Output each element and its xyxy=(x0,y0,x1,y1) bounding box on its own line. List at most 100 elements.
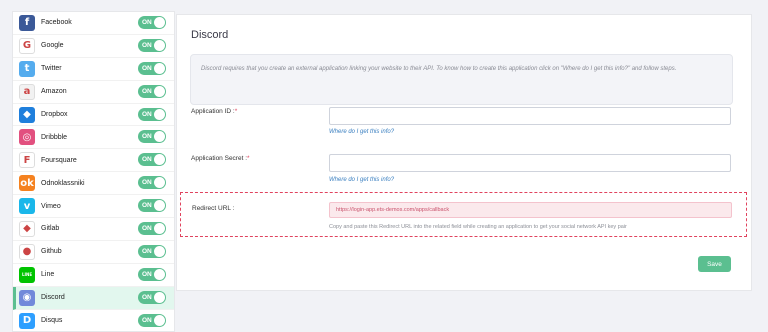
sidebar-item-github[interactable]: ● Github ON xyxy=(13,241,174,264)
gitlab-icon: ◆ xyxy=(19,220,35,237)
sidebar-item-label: Amazon xyxy=(41,88,67,96)
toggle-knob xyxy=(154,291,165,303)
sidebar-item-label: Dribbble xyxy=(41,133,68,141)
required-marker: * xyxy=(247,155,250,162)
toggle-state-label: ON xyxy=(142,41,152,49)
sidebar-item-vimeo[interactable]: v Vimeo ON xyxy=(13,195,174,219)
facebook-icon: f xyxy=(19,14,35,31)
toggle-knob xyxy=(154,314,165,326)
application-secret-label: Application Secret :* xyxy=(191,155,250,162)
toggle-knob xyxy=(154,154,165,166)
application-id-help-link[interactable]: Where do I get this info? xyxy=(329,129,394,135)
sidebar-item-facebook[interactable]: f Facebook ON xyxy=(13,12,174,35)
sidebar-item-google[interactable]: G Google ON xyxy=(13,35,174,58)
sidebar-item-label: Odnoklassniki xyxy=(41,179,85,187)
application-secret-help-link[interactable]: Where do I get this info? xyxy=(329,177,394,183)
toggle-knob xyxy=(154,17,165,28)
line-icon: LINE xyxy=(19,266,35,283)
toggle-state-label: ON xyxy=(142,202,152,210)
info-notice: Discord requires that you create an exte… xyxy=(190,54,733,105)
odnoklassniki-icon: ok xyxy=(19,175,35,192)
sidebar-item-line[interactable]: LINE Line ON xyxy=(13,264,174,287)
sidebar-item-discord[interactable]: ◉ Discord ON xyxy=(13,286,174,310)
enable-toggle[interactable]: ON xyxy=(138,16,166,29)
application-secret-label-text: Application Secret xyxy=(191,155,244,162)
application-id-input[interactable] xyxy=(329,107,731,125)
toggle-state-label: ON xyxy=(142,225,152,233)
toggle-knob xyxy=(154,223,165,235)
sidebar-item-gitlab[interactable]: ◆ Gitlab ON xyxy=(13,218,174,241)
discord-settings-panel: Discord Discord requires that you create… xyxy=(176,14,752,291)
enable-toggle[interactable]: ON xyxy=(138,176,166,190)
sidebar-item-label: Facebook xyxy=(41,19,72,27)
toggle-knob xyxy=(154,177,165,189)
dropbox-icon: ◆ xyxy=(19,106,35,123)
sidebar-item-label: Vimeo xyxy=(41,202,61,210)
application-secret-input[interactable] xyxy=(329,154,731,172)
toggle-state-label: ON xyxy=(142,316,152,324)
sidebar-item-disqus[interactable]: D Disqus ON xyxy=(13,310,174,331)
required-marker: * xyxy=(234,108,238,115)
enable-toggle[interactable]: ON xyxy=(138,267,166,281)
sidebar-item-foursquare[interactable]: F Foursquare ON xyxy=(13,149,174,173)
discord-icon: ◉ xyxy=(19,289,35,306)
sidebar-item-label: Disqus xyxy=(41,317,63,325)
application-id-label: Application ID :* xyxy=(191,108,238,115)
sidebar-item-label: Line xyxy=(41,271,55,279)
page-title: Discord xyxy=(191,29,229,41)
redirect-url-field[interactable]: https://login-app.ets-demos.com/apps/cal… xyxy=(329,202,732,218)
toggle-knob xyxy=(154,62,165,74)
redirect-url-highlight: Redirect URL : https://login-app.ets-dem… xyxy=(180,192,747,237)
sidebar-item-label: Foursquare xyxy=(41,156,77,164)
toggle-state-label: ON xyxy=(142,179,152,187)
enable-toggle[interactable]: ON xyxy=(138,130,166,144)
toggle-state-label: ON xyxy=(142,247,152,255)
twitter-icon: t xyxy=(19,60,35,77)
amazon-icon: a xyxy=(19,83,35,100)
toggle-knob xyxy=(154,268,165,280)
toggle-knob xyxy=(154,200,165,212)
toggle-state-label: ON xyxy=(142,133,152,141)
enable-toggle[interactable]: ON xyxy=(138,222,166,236)
save-button[interactable]: Save xyxy=(698,256,731,272)
enable-toggle[interactable]: ON xyxy=(138,84,166,98)
toggle-state-label: ON xyxy=(142,110,152,118)
sidebar-item-label: Dropbox xyxy=(41,111,68,118)
toggle-knob xyxy=(154,131,165,143)
toggle-state-label: ON xyxy=(142,19,152,26)
sidebar-item-odnoklassniki[interactable]: ok Odnoklassniki ON xyxy=(13,172,174,196)
redirect-url-label: Redirect URL : xyxy=(192,205,235,212)
enable-toggle[interactable]: ON xyxy=(138,61,166,75)
enable-toggle[interactable]: ON xyxy=(138,244,166,258)
sidebar-item-label: Google xyxy=(41,42,64,50)
toggle-knob xyxy=(154,108,165,120)
sidebar-item-dropbox[interactable]: ◆ Dropbox ON xyxy=(13,104,174,127)
application-id-label-text: Application ID xyxy=(191,108,232,115)
github-icon: ● xyxy=(19,243,35,260)
social-network-sidebar: f Facebook ON G Google ON t Twitter ON a Amazon ON ◆… xyxy=(12,11,175,332)
vimeo-icon: v xyxy=(19,198,35,215)
sidebar-item-label: Github xyxy=(41,248,62,256)
toggle-knob xyxy=(154,245,165,257)
sidebar-item-twitter[interactable]: t Twitter ON xyxy=(13,58,174,81)
enable-toggle[interactable]: ON xyxy=(138,107,166,121)
enable-toggle[interactable]: ON xyxy=(138,153,166,167)
toggle-knob xyxy=(154,39,165,51)
redirect-url-help: Copy and paste this Redirect URL into th… xyxy=(329,224,627,230)
sidebar-item-dribbble[interactable]: ◎ Dribbble ON xyxy=(13,126,174,150)
google-icon: G xyxy=(19,37,35,54)
sidebar-item-label: Discord xyxy=(41,294,65,302)
toggle-state-label: ON xyxy=(142,64,152,72)
enable-toggle[interactable]: ON xyxy=(138,199,166,213)
foursquare-icon: F xyxy=(19,152,35,169)
dribbble-icon: ◎ xyxy=(19,129,35,146)
toggle-knob xyxy=(154,85,165,97)
enable-toggle[interactable]: ON xyxy=(138,313,166,327)
sidebar-item-amazon[interactable]: a Amazon ON xyxy=(13,81,174,104)
disqus-icon: D xyxy=(19,312,35,329)
toggle-state-label: ON xyxy=(142,87,152,95)
sidebar-item-label: Twitter xyxy=(41,65,62,73)
enable-toggle[interactable]: ON xyxy=(138,290,166,304)
sidebar-item-label: Gitlab xyxy=(41,225,60,233)
enable-toggle[interactable]: ON xyxy=(138,38,166,52)
